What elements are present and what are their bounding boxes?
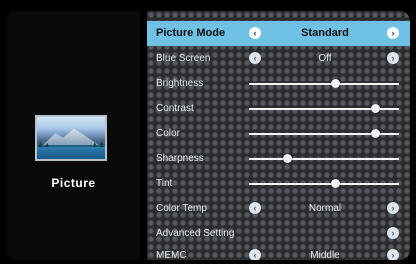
row-label: Tint xyxy=(156,178,173,189)
right-arrow-icon[interactable]: › xyxy=(387,27,399,39)
slider-knob[interactable] xyxy=(330,179,340,188)
brightness-slider[interactable] xyxy=(249,79,399,88)
menu-row-blue-screen[interactable]: Blue Screen ‹ Off › xyxy=(147,46,410,71)
right-arrow-icon[interactable]: › xyxy=(387,202,399,214)
row-label: Brightness xyxy=(156,78,204,89)
right-arrow-icon[interactable]: › xyxy=(387,249,399,260)
row-label: Sharpness xyxy=(156,153,204,164)
row-label: Color Temp xyxy=(156,203,207,214)
row-value: Normal xyxy=(308,203,342,214)
tint-slider[interactable] xyxy=(249,179,399,188)
row-label: Advanced Setting xyxy=(156,228,235,239)
right-arrow-icon[interactable]: › xyxy=(387,227,399,239)
row-value: Standard xyxy=(301,27,349,39)
slider-knob[interactable] xyxy=(371,104,380,113)
menu-row-sharpness[interactable]: Sharpness xyxy=(147,146,410,171)
row-label: Contrast xyxy=(156,103,194,114)
left-arrow-icon[interactable]: ‹ xyxy=(249,52,261,64)
menu-row-tint[interactable]: Tint xyxy=(147,171,410,196)
category-label: Picture xyxy=(51,176,96,190)
row-label: Picture Mode xyxy=(156,27,226,39)
color-slider[interactable] xyxy=(249,129,399,138)
tv-osd: Picture Picture Mode ‹ Standard › Blue S… xyxy=(0,0,416,264)
slider-knob[interactable] xyxy=(371,129,380,138)
right-arrow-icon[interactable]: › xyxy=(387,52,399,64)
row-label: Blue Screen xyxy=(156,53,211,64)
menu-row-color[interactable]: Color xyxy=(147,121,410,146)
menu-row-color-temp[interactable]: Color Temp ‹ Normal › xyxy=(147,196,410,221)
slider-knob[interactable] xyxy=(282,154,292,163)
menu-row-memc[interactable]: MEMC ‹ Middle › xyxy=(147,243,410,260)
row-value: Middle xyxy=(310,250,340,260)
category-pane: Picture xyxy=(7,11,140,260)
menu-row-brightness[interactable]: Brightness xyxy=(147,71,410,96)
left-arrow-icon[interactable]: ‹ xyxy=(249,27,261,39)
row-value: Off xyxy=(318,53,332,64)
sharpness-slider[interactable] xyxy=(249,154,399,163)
settings-panel: Picture Mode ‹ Standard › Blue Screen ‹ … xyxy=(147,11,410,260)
contrast-slider[interactable] xyxy=(249,104,399,113)
picture-category-icon xyxy=(35,115,107,161)
menu-row-contrast[interactable]: Contrast xyxy=(147,96,410,121)
menu-row-picture-mode[interactable]: Picture Mode ‹ Standard › xyxy=(147,21,410,46)
left-arrow-icon[interactable]: ‹ xyxy=(249,202,261,214)
row-label: MEMC xyxy=(156,250,187,260)
left-arrow-icon[interactable]: ‹ xyxy=(249,249,261,260)
row-label: Color xyxy=(156,128,180,139)
slider-knob[interactable] xyxy=(330,79,340,88)
